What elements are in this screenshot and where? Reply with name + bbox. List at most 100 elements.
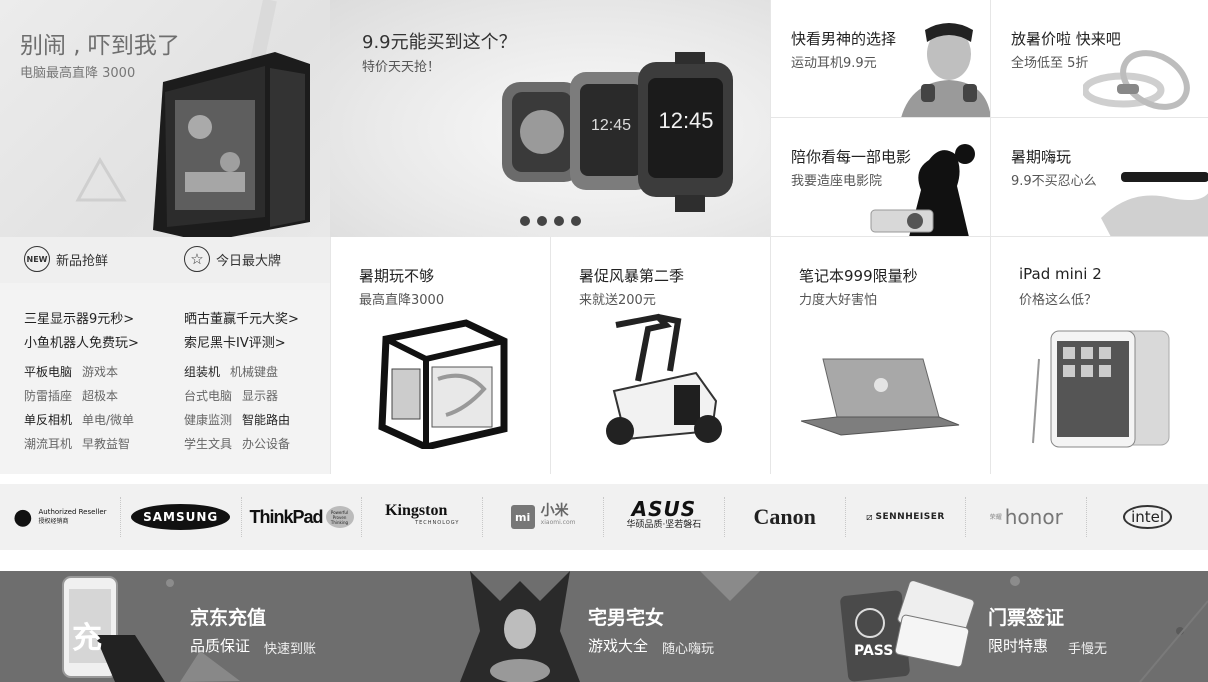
brand-honor[interactable]: 荣耀 honor bbox=[966, 497, 1088, 537]
game-character-image bbox=[460, 571, 580, 682]
brand-samsung[interactable]: SAMSUNG bbox=[121, 497, 242, 537]
banner-games[interactable]: 宅男宅女 游戏大全 随心嗨玩 bbox=[400, 571, 800, 682]
banner-title: 宅男宅女 bbox=[588, 607, 665, 629]
carousel-dot[interactable] bbox=[554, 216, 564, 226]
carousel-dot[interactable] bbox=[537, 216, 547, 226]
promo-link[interactable]: 小鱼机器人免费玩> bbox=[24, 332, 139, 351]
hero-center-subtitle: 特价天天抢！ bbox=[362, 60, 441, 75]
svg-text:12:45: 12:45 bbox=[658, 108, 713, 133]
promo-card-headphones[interactable]: 快看男神的选择 运动耳机9.9元 bbox=[770, 0, 990, 118]
brand-canon[interactable]: Canon bbox=[725, 497, 846, 537]
open-frame-case-image bbox=[378, 319, 508, 449]
banner-title: 京东充值 bbox=[190, 607, 267, 629]
category-link[interactable]: 组装机 bbox=[184, 363, 220, 380]
banner-sub1: 限时特惠 bbox=[988, 637, 1049, 655]
product-title: 暑促风暴第二季 bbox=[579, 267, 685, 285]
honor-logo: honor bbox=[1004, 505, 1063, 529]
hero-banner-pc[interactable]: 别闹 , 吓到我了 电脑最高直降 3000 bbox=[0, 0, 330, 237]
banner-tickets[interactable]: PASS 门票签证 限时特惠 手慢无 bbox=[800, 571, 1208, 682]
kingston-logo: Kingston bbox=[385, 502, 448, 519]
category-link[interactable]: 学生文具 bbox=[184, 435, 232, 452]
star-icon: ☆ bbox=[184, 246, 210, 272]
brand-apple[interactable]: ● Authorized Reseller 授权经销商 bbox=[0, 497, 121, 537]
brand-asus[interactable]: ASUS 华硕品质·坚若磐石 bbox=[604, 497, 725, 537]
banner-sub1: 品质保证 bbox=[190, 637, 251, 655]
promo-card-band[interactable]: 放暑价啦 快来吧 全场低至 5折 bbox=[990, 0, 1208, 118]
category-link[interactable]: 机械键盘 bbox=[230, 363, 278, 380]
product-title: iPad mini 2 bbox=[1019, 265, 1102, 283]
apple-logo-icon: ● bbox=[13, 504, 33, 530]
brand-kingston[interactable]: Kingston TECHNOLOGY bbox=[362, 497, 484, 537]
category-link[interactable]: 单反相机 bbox=[24, 411, 72, 428]
promo-card-title: 暑期嗨玩 bbox=[1011, 148, 1072, 166]
kingston-tagline: TECHNOLOGY bbox=[415, 520, 460, 526]
category-link[interactable]: 台式电脑 bbox=[184, 387, 232, 404]
hero-center-title: 9.9元能买到这个？ bbox=[362, 32, 517, 53]
brand-intel[interactable]: intel bbox=[1087, 497, 1208, 537]
promo-card-subtitle: 全场低至 5折 bbox=[1011, 56, 1089, 71]
category-link[interactable]: 平板电脑 bbox=[24, 363, 72, 380]
recharge-glyph: 充 bbox=[72, 621, 102, 656]
category-link[interactable]: 潮流耳机 bbox=[24, 435, 72, 452]
promo-card-subtitle: 9.9不买忍心么 bbox=[1011, 174, 1097, 189]
left-tabs: NEW 新品抢鲜 ☆ 今日最大牌 bbox=[0, 237, 330, 283]
category-link[interactable]: 防雷插座 bbox=[24, 387, 72, 404]
category-link[interactable]: 健康监测 bbox=[184, 411, 232, 428]
category-link[interactable]: 单电/微单 bbox=[82, 411, 134, 428]
hero-left-subtitle: 电脑最高直降 3000 bbox=[20, 66, 136, 81]
promo-link[interactable]: 三星显示器9元秒> bbox=[24, 308, 134, 327]
brand-sennheiser[interactable]: ⧄ SENNHEISER bbox=[846, 497, 967, 537]
promo-link[interactable]: 晒古董赢千元大奖> bbox=[184, 308, 299, 327]
product-card-scooter[interactable]: 暑促风暴第二季 来就送200元 bbox=[550, 237, 770, 474]
tab-label: 今日最大牌 bbox=[216, 253, 282, 269]
promo-card-subtitle: 运动耳机9.9元 bbox=[791, 56, 877, 71]
product-card-ipad[interactable]: iPad mini 2 价格这么低？ bbox=[990, 237, 1208, 474]
promo-card-selfie-stick[interactable]: 暑期嗨玩 9.9不买忍心么 bbox=[990, 118, 1208, 237]
selfie-stick-image bbox=[1101, 172, 1208, 236]
product-subtitle: 价格这么低？ bbox=[1019, 293, 1098, 308]
category-link[interactable]: 显示器 bbox=[242, 387, 278, 404]
bottom-banner: 充 京东充值 品质保证 快速到账 宅男宅女 游戏大全 随心嗨玩 PASS 门票签… bbox=[0, 571, 1208, 682]
product-subtitle: 最高直降3000 bbox=[359, 293, 445, 308]
brand-thinkpad[interactable]: ThinkPad Powerful Proven Thinking bbox=[242, 497, 363, 537]
asus-slogan: 华硕品质·坚若磐石 bbox=[626, 520, 702, 530]
new-badge-icon: NEW bbox=[24, 246, 50, 272]
honor-prefix: 荣耀 bbox=[989, 513, 1002, 521]
canon-logo: Canon bbox=[753, 504, 816, 529]
banner-sub2: 手慢无 bbox=[1068, 642, 1108, 657]
product-subtitle: 力度大好害怕 bbox=[799, 293, 878, 308]
couple-projector-image bbox=[870, 144, 975, 236]
smartwatch-image: 12:45 12:45 bbox=[502, 52, 733, 212]
category-link[interactable]: 游戏本 bbox=[82, 363, 118, 380]
intel-logo: intel bbox=[1123, 505, 1173, 529]
carousel-dots[interactable] bbox=[520, 216, 581, 226]
product-card-pc-case[interactable]: 暑期玩不够 最高直降3000 bbox=[330, 237, 550, 474]
category-link[interactable]: 办公设备 bbox=[242, 435, 290, 452]
tab-new-arrivals[interactable]: NEW 新品抢鲜 bbox=[24, 246, 108, 272]
carousel-dot[interactable] bbox=[571, 216, 581, 226]
banner-recharge[interactable]: 充 京东充值 品质保证 快速到账 bbox=[0, 571, 400, 682]
xiaomi-logo: 小米 bbox=[540, 503, 569, 519]
promo-card-title: 快看男神的选择 bbox=[791, 30, 897, 48]
xiaomi-url: xiaomi.com bbox=[540, 519, 576, 526]
carousel-dot[interactable] bbox=[520, 216, 530, 226]
hero-banner-watch[interactable]: 9.9元能买到这个？ 特价天天抢！ 12:45 12:45 bbox=[330, 0, 770, 237]
promo-link[interactable]: 索尼黑卡IV评测> bbox=[184, 332, 286, 351]
banner-sub1: 游戏大全 bbox=[588, 637, 649, 655]
thinkpad-logo: ThinkPad bbox=[249, 506, 323, 527]
category-link[interactable]: 超极本 bbox=[82, 387, 118, 404]
brand-xiaomi[interactable]: mi 小米 xiaomi.com bbox=[483, 497, 604, 537]
category-link[interactable]: 早教益智 bbox=[82, 435, 130, 452]
promo-card-projector[interactable]: 陪你看每一部电影 我要造座电影院 bbox=[770, 118, 990, 237]
passport-tickets-icon bbox=[840, 581, 975, 682]
samsung-logo: SAMSUNG bbox=[131, 504, 231, 530]
apple-reseller-label-cn: 授权经销商 bbox=[38, 518, 69, 525]
brand-strip: ● Authorized Reseller 授权经销商 SAMSUNG Thin… bbox=[0, 484, 1208, 550]
category-link[interactable]: 智能路由 bbox=[242, 411, 290, 428]
banner-sub2: 随心嗨玩 bbox=[662, 642, 715, 657]
tab-top-brands[interactable]: ☆ 今日最大牌 bbox=[184, 246, 281, 272]
product-subtitle: 来就送200元 bbox=[579, 293, 656, 308]
banner-title: 门票签证 bbox=[988, 607, 1065, 629]
svg-text:12:45: 12:45 bbox=[591, 117, 631, 134]
product-card-laptop[interactable]: 笔记本999限量秒 力度大好害怕 bbox=[770, 237, 990, 474]
